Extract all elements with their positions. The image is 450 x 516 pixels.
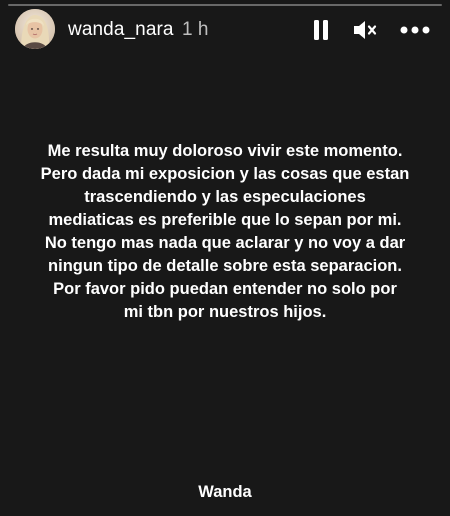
pause-button[interactable] — [306, 15, 336, 45]
pause-icon — [314, 20, 328, 40]
post-timestamp: 1 h — [182, 19, 209, 40]
avatar[interactable] — [15, 9, 55, 49]
more-options-icon — [400, 26, 430, 34]
profile-avatar-icon — [15, 9, 55, 49]
story-message-text: Me resulta muy doloroso vivir este momen… — [40, 142, 410, 321]
username[interactable]: wanda_nara — [68, 19, 174, 41]
story-header: wanda_nara 1 h — [0, 8, 450, 52]
story-signature: Wanda — [198, 483, 252, 501]
speaker-muted-icon — [354, 21, 377, 39]
story-viewer: wanda_nara 1 h Me resulta muy doloroso v… — [0, 0, 450, 516]
story-progress-bar — [8, 4, 442, 6]
more-options-button[interactable] — [398, 15, 432, 45]
mute-button[interactable] — [350, 15, 380, 45]
